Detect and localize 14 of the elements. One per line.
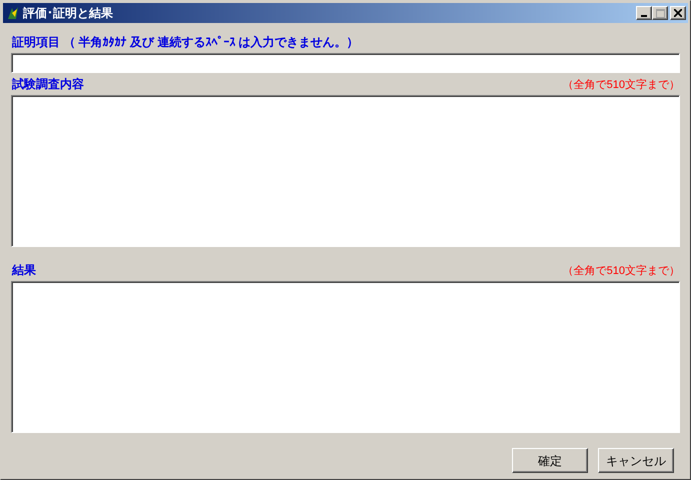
limit-note: （全角で510文字まで） — [562, 78, 680, 92]
field-label: 証明項目 （ 半角ｶﾀｶﾅ 及び 連続するｽﾍﾟｰｽ は入力できません。） — [11, 34, 359, 51]
app-icon — [6, 6, 20, 20]
field-label: 試験調査内容 — [11, 76, 84, 93]
input-field[interactable] — [11, 53, 680, 73]
close-icon — [674, 9, 682, 17]
field-label: 結果 — [11, 262, 36, 279]
window-title: 評価･証明と結果 — [23, 5, 114, 22]
confirm-button[interactable]: 確定 — [512, 448, 588, 473]
limit-note: （全角で510文字まで） — [562, 264, 680, 278]
close-button[interactable] — [670, 6, 686, 20]
minimize-button[interactable] — [636, 6, 652, 20]
maximize-icon — [656, 8, 664, 18]
cancel-button[interactable]: キャンセル — [598, 448, 674, 473]
